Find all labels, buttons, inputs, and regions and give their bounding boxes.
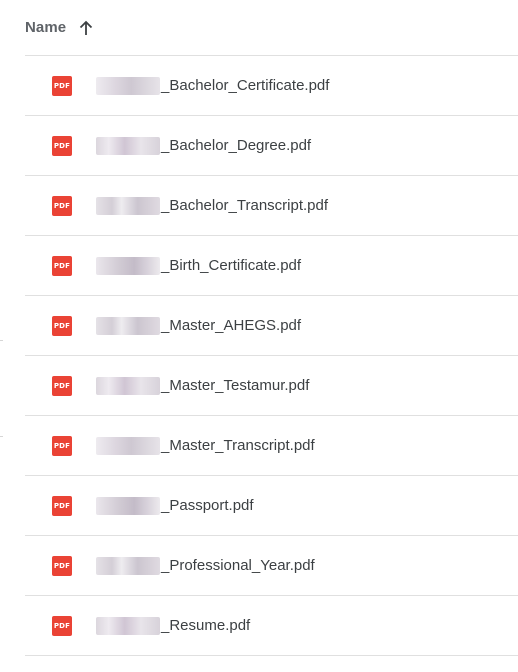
file-name-text: _Birth_Certificate.pdf (161, 257, 302, 274)
pdf-icon: PDF (52, 435, 72, 456)
edge-divider (0, 340, 3, 341)
file-name: _Master_Transcript.pdf (96, 436, 315, 455)
file-name: _Professional_Year.pdf (96, 556, 315, 575)
redacted-prefix (96, 556, 160, 575)
redacted-prefix (96, 316, 160, 335)
file-name-text: _Bachelor_Degree.pdf (161, 137, 312, 154)
pdf-icon: PDF (52, 555, 72, 576)
file-name: _Master_Testamur.pdf (96, 376, 310, 395)
file-row[interactable]: PDF _Master_Transcript.pdf (25, 416, 518, 476)
file-name-text: _Bachelor_Certificate.pdf (161, 77, 330, 94)
file-row[interactable]: PDF _Birth_Certificate.pdf (25, 236, 518, 296)
file-name-text: _Master_Testamur.pdf (161, 377, 310, 394)
file-name: _Master_AHEGS.pdf (96, 316, 302, 335)
pdf-icon-label: PDF (53, 81, 71, 90)
file-row[interactable]: PDF _Master_AHEGS.pdf (25, 296, 518, 356)
redacted-prefix (96, 616, 160, 635)
pdf-icon: PDF (52, 375, 72, 396)
pdf-icon: PDF (52, 75, 72, 96)
pdf-icon-label: PDF (53, 321, 71, 330)
redacted-prefix (96, 376, 160, 395)
file-row[interactable]: PDF _Bachelor_Certificate.pdf (25, 56, 518, 116)
pdf-icon-label: PDF (53, 201, 71, 210)
name-column-header[interactable]: Name (25, 19, 66, 36)
file-row[interactable]: PDF _Bachelor_Degree.pdf (25, 116, 518, 176)
pdf-icon: PDF (52, 135, 72, 156)
redacted-prefix (96, 196, 160, 215)
arrow-up-icon[interactable] (78, 20, 94, 36)
pdf-icon-label: PDF (53, 501, 71, 510)
file-row[interactable]: PDF _Master_Testamur.pdf (25, 356, 518, 416)
redacted-prefix (96, 256, 160, 275)
file-name: _Resume.pdf (96, 616, 251, 635)
pdf-icon: PDF (52, 615, 72, 636)
pdf-icon-label: PDF (53, 621, 71, 630)
pdf-icon: PDF (52, 495, 72, 516)
file-name: _Birth_Certificate.pdf (96, 256, 302, 275)
pdf-icon-label: PDF (53, 141, 71, 150)
file-row[interactable]: PDF _Resume.pdf (25, 596, 518, 656)
pdf-icon-label: PDF (53, 381, 71, 390)
pdf-icon: PDF (52, 315, 72, 336)
redacted-prefix (96, 136, 160, 155)
pdf-icon-label: PDF (53, 261, 71, 270)
pdf-icon-label: PDF (53, 441, 71, 450)
redacted-prefix (96, 436, 160, 455)
file-row[interactable]: PDF _Passport.pdf (25, 476, 518, 536)
file-name-text: _Passport.pdf (161, 497, 254, 514)
file-name-text: _Resume.pdf (161, 617, 251, 634)
file-name: _Passport.pdf (96, 496, 254, 515)
file-name-text: _Master_AHEGS.pdf (161, 317, 302, 334)
file-name-text: _Master_Transcript.pdf (161, 437, 315, 454)
pdf-icon: PDF (52, 255, 72, 276)
file-name: _Bachelor_Transcript.pdf (96, 196, 329, 215)
file-name: _Bachelor_Certificate.pdf (96, 76, 330, 95)
file-name-text: _Professional_Year.pdf (161, 557, 315, 574)
list-header: Name (25, 0, 518, 56)
file-row[interactable]: PDF _Professional_Year.pdf (25, 536, 518, 596)
file-row[interactable]: PDF _Bachelor_Transcript.pdf (25, 176, 518, 236)
edge-divider (0, 436, 3, 437)
pdf-icon-label: PDF (53, 561, 71, 570)
file-list: PDF _Bachelor_Certificate.pdf PDF _Bache… (25, 56, 518, 656)
pdf-icon: PDF (52, 195, 72, 216)
file-name: _Bachelor_Degree.pdf (96, 136, 312, 155)
file-name-text: _Bachelor_Transcript.pdf (161, 197, 329, 214)
redacted-prefix (96, 496, 160, 515)
redacted-prefix (96, 76, 160, 95)
